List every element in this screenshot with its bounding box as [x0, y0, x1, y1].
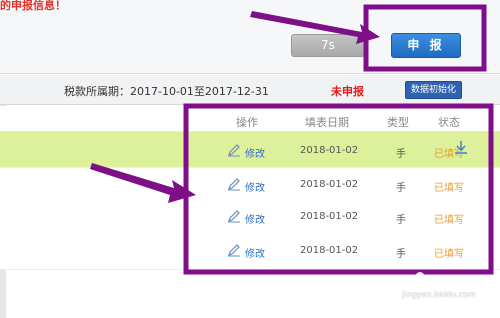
declaration-status: 未申报: [331, 85, 364, 98]
entry-type: 手: [396, 215, 406, 226]
edit-link[interactable]: 修改: [245, 211, 265, 226]
fill-date: 2018-01-02: [300, 245, 359, 256]
fill-date: 2018-01-02: [300, 179, 359, 190]
column-header-date: 填表日期: [305, 116, 349, 129]
edit-link[interactable]: 修改: [245, 245, 265, 260]
fill-status: 已填写: [434, 183, 464, 194]
edit-link[interactable]: 修改: [245, 145, 265, 160]
download-icon[interactable]: [454, 140, 468, 154]
tax-period-text: 税款所属期：2017-10-01至2017-12-31: [64, 85, 269, 98]
column-header-type: 类型: [387, 116, 409, 129]
watermark-text: jingyan.baidu.com: [402, 290, 476, 299]
countdown-button[interactable]: 7s: [291, 34, 365, 57]
entry-type: 手: [396, 183, 406, 194]
fill-date: 2018-01-02: [300, 145, 359, 156]
fill-status: 已填写: [434, 215, 464, 226]
fill-date: 2018-01-02: [300, 211, 359, 222]
entry-type: 手: [396, 149, 406, 160]
column-header-action: 操作: [236, 116, 258, 129]
warning-message: 的申报信息！: [0, 0, 66, 12]
pencil-icon[interactable]: [227, 177, 241, 191]
fill-status: 已填写: [434, 249, 464, 260]
column-header-status: 状态: [438, 116, 460, 129]
pencil-icon[interactable]: [227, 243, 241, 257]
entry-type: 手: [396, 249, 406, 260]
pencil-icon[interactable]: [227, 209, 241, 223]
pencil-icon[interactable]: [227, 143, 241, 157]
edit-link[interactable]: 修改: [245, 179, 265, 194]
declare-button[interactable]: 申 报: [391, 33, 461, 58]
data-init-button[interactable]: 数据初始化: [405, 81, 462, 99]
